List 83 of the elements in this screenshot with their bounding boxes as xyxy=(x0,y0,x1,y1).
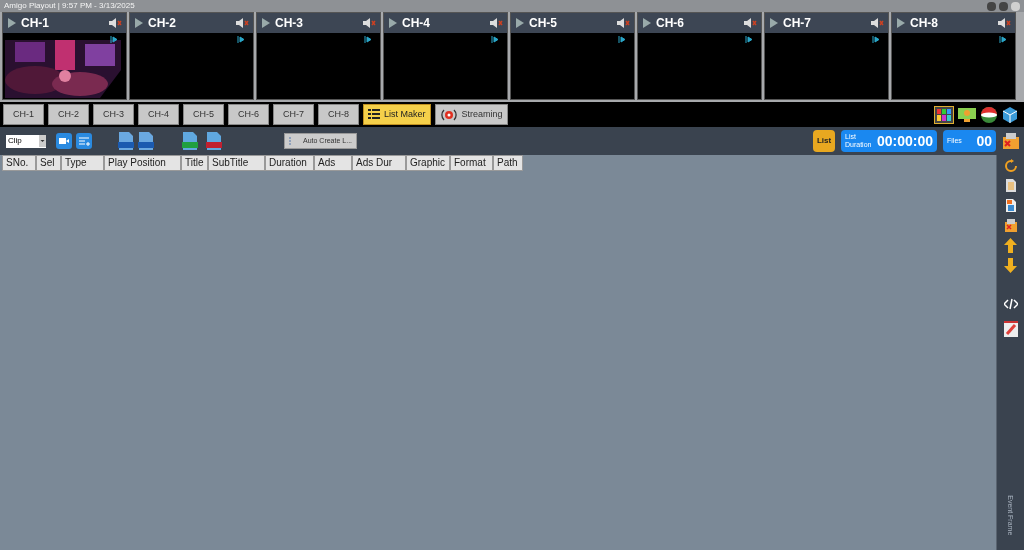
tab[interactable]: CH-6 xyxy=(228,104,269,125)
list-button[interactable]: List xyxy=(813,130,835,152)
tab[interactable]: CH-3 xyxy=(93,104,134,125)
column-header[interactable]: Title xyxy=(181,155,208,171)
tab[interactable]: CH-1 xyxy=(3,104,44,125)
tab[interactable]: CH-2 xyxy=(48,104,89,125)
grid-view-icon[interactable] xyxy=(934,105,954,124)
output-icon[interactable] xyxy=(872,35,880,44)
duration-value: 00:00:00 xyxy=(876,131,933,151)
mute-icon[interactable] xyxy=(743,17,757,29)
mute-icon[interactable] xyxy=(997,17,1011,29)
channel-label: CH-4 xyxy=(402,15,430,32)
url-file-icon[interactable] xyxy=(118,132,134,150)
minimize-icon[interactable] xyxy=(987,1,996,11)
clear-folder-icon[interactable] xyxy=(1003,218,1018,233)
load-file-icon[interactable] xyxy=(182,132,198,150)
column-header[interactable]: Ads Dur xyxy=(352,155,406,171)
play-icon[interactable] xyxy=(515,17,525,29)
tab[interactable]: CH-4 xyxy=(138,104,179,125)
camera-icon[interactable] xyxy=(56,133,72,149)
channel-label: CH-3 xyxy=(275,15,303,32)
channel-label: CH-7 xyxy=(783,15,811,32)
dropdown-icon xyxy=(39,135,46,147)
column-header[interactable]: Path xyxy=(493,155,523,171)
clear-folder-icon[interactable] xyxy=(1002,132,1020,150)
column-header[interactable]: Format xyxy=(450,155,493,171)
channel-label: CH-5 xyxy=(529,15,557,32)
cube-icon[interactable] xyxy=(1002,105,1018,124)
mute-icon[interactable] xyxy=(362,17,376,29)
tab[interactable]: CH-7 xyxy=(273,104,314,125)
channel-label: CH-8 xyxy=(910,15,938,32)
mute-icon[interactable] xyxy=(235,17,249,29)
list-icon xyxy=(368,109,380,120)
column-header[interactable]: Play Position xyxy=(104,155,181,171)
refresh-icon[interactable] xyxy=(1004,159,1017,173)
output-icon[interactable] xyxy=(999,35,1007,44)
output-icon[interactable] xyxy=(237,35,245,44)
type-select[interactable]: Clip xyxy=(6,134,46,148)
edit-icon[interactable] xyxy=(1003,321,1018,337)
column-header[interactable]: Duration xyxy=(265,155,314,171)
column-header[interactable]: SNo. xyxy=(2,155,36,171)
tab[interactable]: CH-5 xyxy=(183,104,224,125)
code-icon[interactable] xyxy=(1003,298,1018,310)
column-header[interactable]: Sel xyxy=(36,155,61,171)
save-file-icon[interactable] xyxy=(206,132,222,150)
play-icon[interactable] xyxy=(896,17,906,29)
mute-icon[interactable] xyxy=(108,17,122,29)
globe-icon[interactable] xyxy=(980,105,998,124)
mute-icon[interactable] xyxy=(870,17,884,29)
files-count: 00 xyxy=(976,131,992,151)
output-icon[interactable] xyxy=(618,35,626,44)
output-icon[interactable] xyxy=(110,35,118,44)
output-icon[interactable] xyxy=(364,35,372,44)
tab[interactable]: List Maker xyxy=(363,104,431,125)
document-icon[interactable] xyxy=(1004,198,1017,213)
arrow-up-icon[interactable] xyxy=(1004,238,1017,253)
arrow-down-icon[interactable] xyxy=(1004,258,1017,273)
column-header[interactable]: Type xyxy=(61,155,104,171)
output-icon[interactable] xyxy=(745,35,753,44)
channel-label: CH-1 xyxy=(21,15,49,32)
play-icon[interactable] xyxy=(769,17,779,29)
mute-icon[interactable] xyxy=(489,17,503,29)
document-icon[interactable] xyxy=(1004,178,1017,193)
add-list-icon[interactable] xyxy=(76,133,92,149)
monitor-icon[interactable] xyxy=(958,106,976,123)
window-title: Amigo Playout | 9:57 PM - 3/13/2025 xyxy=(4,2,135,10)
play-icon[interactable] xyxy=(642,17,652,29)
play-icon[interactable] xyxy=(388,17,398,29)
play-icon[interactable] xyxy=(134,17,144,29)
live-file-icon[interactable] xyxy=(138,132,154,150)
channel-label: CH-6 xyxy=(656,15,684,32)
play-icon[interactable] xyxy=(7,17,17,29)
broadcast-icon xyxy=(439,108,458,121)
column-header[interactable]: Ads xyxy=(314,155,352,171)
mute-icon[interactable] xyxy=(616,17,630,29)
output-icon[interactable] xyxy=(491,35,499,44)
tab[interactable]: CH-8 xyxy=(318,104,359,125)
channel-label: CH-2 xyxy=(148,15,176,32)
tab[interactable]: Streaming xyxy=(434,104,508,125)
column-header[interactable]: SubTitle xyxy=(208,155,265,171)
maximize-icon[interactable] xyxy=(999,1,1008,11)
play-icon[interactable] xyxy=(261,17,271,29)
column-header[interactable]: Graphic xyxy=(406,155,450,171)
